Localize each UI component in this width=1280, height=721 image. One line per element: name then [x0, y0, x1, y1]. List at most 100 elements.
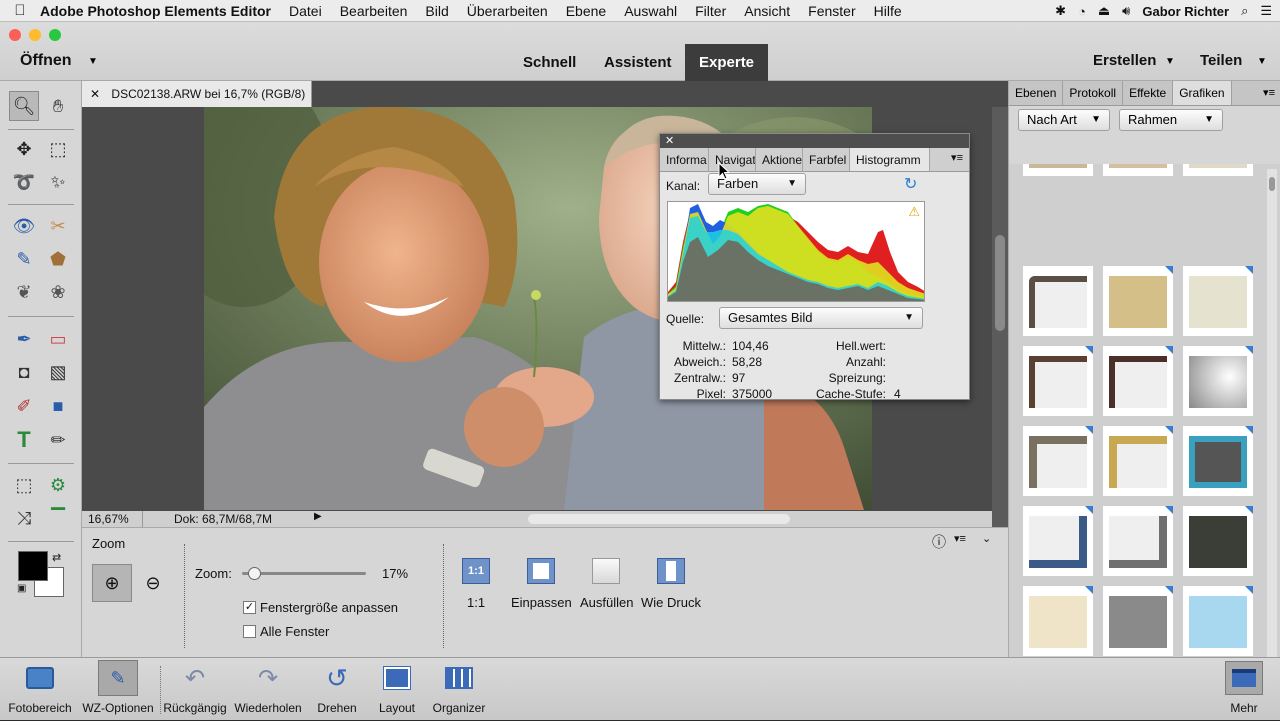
category-filter-select[interactable]: Rahmen ▼ [1119, 109, 1223, 131]
chevron-down-icon[interactable]: ▼ [88, 56, 98, 67]
tab-swatches[interactable]: Farbfel [803, 148, 850, 171]
refresh-icon[interactable]: ↻ [904, 174, 917, 194]
undo-button[interactable]: ↶ Rückgängig [160, 658, 230, 721]
shape-tool-icon[interactable]: ■ [43, 391, 73, 421]
tab-guided[interactable]: Assistent [590, 44, 686, 81]
graphic-thumbnail[interactable] [1183, 586, 1253, 656]
graphic-thumbnail[interactable] [1023, 164, 1093, 176]
options-menu-icon[interactable]: ▾≡ [954, 532, 966, 545]
scrollbar-thumb[interactable] [1269, 177, 1275, 191]
eraser-tool-icon[interactable]: ▭ [43, 324, 73, 354]
apple-icon[interactable]:  [0, 2, 40, 19]
type-filter-select[interactable]: Nach Art ▼ [1018, 109, 1110, 131]
fit-window-checkbox[interactable]: ✓ [243, 601, 256, 614]
tab-graphics[interactable]: Grafiken [1173, 81, 1232, 105]
all-windows-checkbox[interactable] [243, 625, 256, 638]
menu-auswahl[interactable]: Auswahl [624, 3, 677, 19]
graphic-thumbnail[interactable] [1103, 426, 1173, 496]
panel-menu-icon[interactable]: ▾≡ [951, 151, 963, 164]
layout-button[interactable]: Layout [370, 658, 424, 721]
zoom-value[interactable]: 17% [382, 566, 408, 581]
organizer-button[interactable]: Organizer [428, 658, 490, 721]
wifi-icon[interactable]: ◔ [1078, 4, 1086, 19]
graphic-thumbnail[interactable] [1023, 506, 1093, 576]
fill-screen-icon[interactable] [592, 558, 620, 584]
zoom-in-icon[interactable]: ⊕ [92, 564, 132, 602]
zoom-tool-icon[interactable]: 🔍︎ [9, 91, 39, 121]
menu-filter[interactable]: Filter [695, 3, 726, 19]
marquee-tool-icon[interactable]: ⬚ [43, 134, 73, 164]
straighten-tool-icon[interactable]: ▔ [43, 503, 73, 533]
tab-info[interactable]: Informa [660, 148, 709, 171]
bluetooth-icon[interactable]: ✱ [1055, 3, 1066, 19]
brush-tool-icon[interactable]: ✒ [9, 324, 39, 354]
create-button[interactable]: Erstellen [1093, 52, 1156, 69]
crop-tool-icon[interactable]: ⬚ [9, 470, 39, 500]
close-icon[interactable]: ✕ [90, 87, 100, 101]
panel-menu-icon[interactable]: ▾≡ [1263, 86, 1275, 99]
graphic-thumbnail[interactable] [1183, 266, 1253, 336]
app-name[interactable]: Adobe Photoshop Elements Editor [40, 3, 271, 19]
panel-title-bar[interactable]: ✕ [660, 134, 969, 148]
zoom-status[interactable]: 16,67% [88, 512, 129, 526]
status-menu-arrow-icon[interactable]: ▶ [314, 511, 322, 522]
smart-brush-icon[interactable]: ✎ [9, 244, 39, 274]
lasso-tool-icon[interactable]: ➰ [9, 167, 39, 197]
fit-screen-label[interactable]: Einpassen [511, 595, 572, 610]
fit-screen-icon[interactable] [527, 558, 555, 584]
recompose-tool-icon[interactable]: ⚙︎ [43, 470, 73, 500]
graphic-thumbnail[interactable] [1183, 426, 1253, 496]
tab-actions[interactable]: Aktione [756, 148, 803, 171]
text-tool-icon[interactable]: T [9, 425, 39, 455]
zoom-slider-handle[interactable] [247, 567, 261, 580]
tool-options-button[interactable]: ✎ WZ-Optionen [78, 658, 158, 721]
menu-bild[interactable]: Bild [425, 3, 448, 19]
user-name[interactable]: Gabor Richter [1142, 4, 1229, 19]
content-aware-move-icon[interactable]: ⤨ [9, 503, 39, 533]
hand-tool-icon[interactable]: ✋︎ [43, 91, 73, 121]
menu-bearbeiten[interactable]: Bearbeiten [340, 3, 408, 19]
graphic-thumbnail[interactable] [1023, 346, 1093, 416]
graphic-thumbnail[interactable] [1103, 506, 1173, 576]
healing-brush-icon[interactable]: ✂ [43, 211, 73, 241]
volume-icon[interactable]: 🔊︎ [1122, 3, 1130, 19]
menu-datei[interactable]: Datei [289, 3, 322, 19]
tab-expert[interactable]: Experte [685, 44, 769, 81]
redo-button[interactable]: ↷ Wiederholen [232, 658, 304, 721]
menu-ueberarbeiten[interactable]: Überarbeiten [467, 3, 548, 19]
scrollbar-thumb[interactable] [995, 235, 1005, 331]
horizontal-scrollbar[interactable] [528, 514, 790, 524]
graphic-thumbnail[interactable] [1183, 346, 1253, 416]
tab-histogram[interactable]: Histogramm [850, 148, 930, 171]
eject-icon[interactable]: ⏏ [1098, 3, 1110, 19]
graphic-thumbnail[interactable] [1183, 506, 1253, 576]
tab-history[interactable]: Protokoll [1063, 81, 1124, 105]
photo-bin-button[interactable]: Fotobereich [2, 658, 78, 721]
eyedropper-icon[interactable]: ✐ [9, 391, 39, 421]
vertical-scrollbar[interactable] [992, 107, 1008, 527]
graphic-thumbnail[interactable] [1023, 426, 1093, 496]
graphics-scrollbar[interactable] [1267, 169, 1277, 657]
default-colors-icon[interactable]: ▣ [17, 583, 26, 594]
menu-fenster[interactable]: Fenster [808, 3, 855, 19]
tab-quick[interactable]: Schnell [509, 44, 590, 81]
graphic-thumbnail[interactable] [1103, 586, 1173, 656]
graphic-thumbnail[interactable] [1103, 164, 1173, 176]
collapse-icon[interactable]: ⌄ [982, 532, 991, 545]
help-icon[interactable]: ⓘ [932, 532, 946, 552]
minimize-window-button[interactable] [29, 29, 41, 41]
warning-icon[interactable]: ⚠ [908, 204, 920, 220]
graphic-thumbnail[interactable] [1023, 266, 1093, 336]
menu-ebene[interactable]: Ebene [566, 3, 606, 19]
menu-ansicht[interactable]: Ansicht [744, 3, 790, 19]
graphic-thumbnail[interactable] [1103, 346, 1173, 416]
clone-stamp-icon[interactable]: ⬟ [43, 244, 73, 274]
print-size-label[interactable]: Wie Druck [641, 595, 701, 610]
share-button[interactable]: Teilen [1200, 52, 1242, 69]
spotlight-icon[interactable]: ⌕ [1241, 3, 1248, 19]
more-button[interactable]: Mehr [1220, 658, 1268, 721]
zoom-out-icon[interactable]: ⊖ [140, 564, 166, 602]
fill-screen-label[interactable]: Ausfüllen [580, 595, 633, 610]
graphic-thumbnail[interactable] [1183, 164, 1253, 176]
foreground-color-swatch[interactable] [18, 551, 48, 581]
